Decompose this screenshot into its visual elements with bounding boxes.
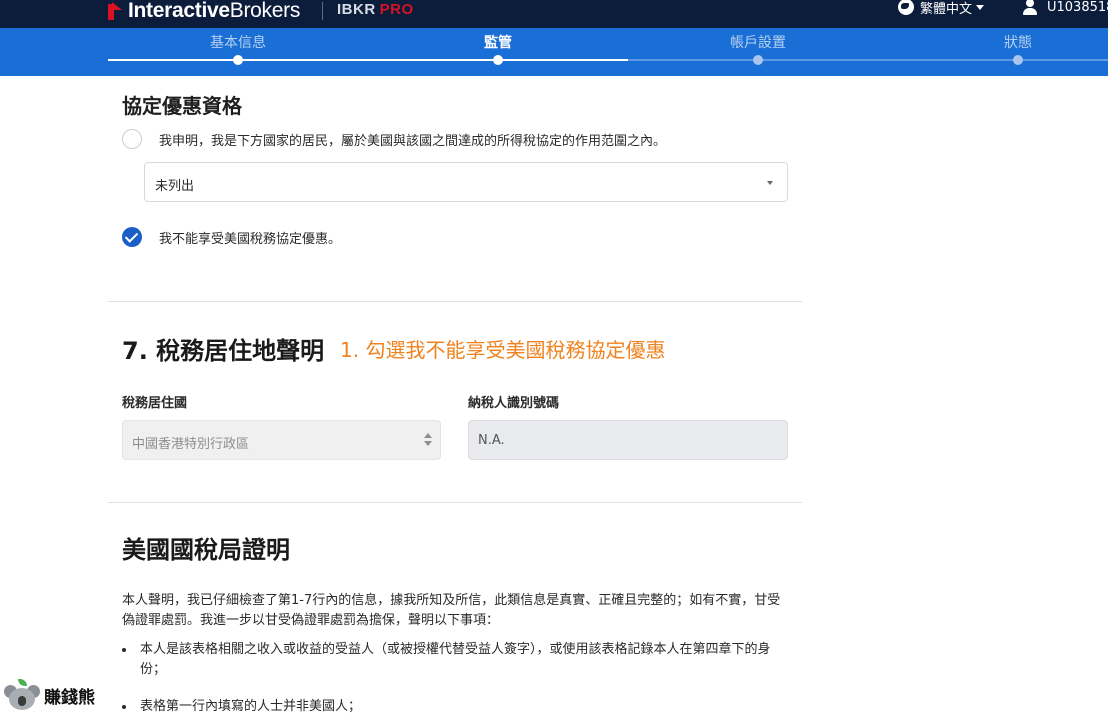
tin-value: N.A. <box>478 433 505 448</box>
section-divider-2 <box>108 502 802 503</box>
watermark: 賺錢熊 <box>0 670 114 720</box>
tin-label: 納稅人識別號碼 <box>468 396 560 411</box>
treaty-section-title: 協定優惠資格 <box>122 94 242 118</box>
step-basic-info[interactable]: 基本信息 <box>148 32 328 52</box>
treaty-country-value: 未列出 <box>155 179 195 194</box>
treaty-resident-radio[interactable] <box>122 129 142 149</box>
step-account-setup[interactable]: 帳戶設置 <box>668 32 848 52</box>
step-dot-regulatory <box>493 55 503 65</box>
product-name: IBKR PRO <box>337 0 414 18</box>
section-divider <box>108 301 802 302</box>
watermark-text: 賺錢熊 <box>44 687 95 708</box>
koala-logo-icon <box>4 679 40 711</box>
user-icon <box>1022 0 1038 15</box>
product-accent: PRO <box>379 0 414 18</box>
progress-fill <box>108 59 628 61</box>
residency-section-title: 7. 稅務居住地聲明 <box>122 337 325 365</box>
tax-country-select[interactable]: 中國香港特別行政區 <box>122 420 441 460</box>
treaty-resident-label[interactable]: 我申明，我是下方國家的居民，屬於美國與該國之間達成的所得稅協定的作用范圍之內。 <box>159 130 666 149</box>
tin-field[interactable]: N.A. <box>468 420 788 460</box>
ib-logo-icon <box>108 2 122 20</box>
step-status[interactable]: 狀態 <box>928 32 1108 52</box>
account-id: U1038518 <box>1047 0 1108 15</box>
brand-name-bold: Interactive <box>128 0 230 22</box>
globe-icon <box>898 0 914 15</box>
tax-country-label: 稅務居住國 <box>122 396 188 411</box>
step-dot-basic-info <box>233 55 243 65</box>
step-regulatory[interactable]: 監管 <box>408 32 588 52</box>
step-dot-status <box>1013 55 1023 65</box>
user-menu[interactable]: U1038518 <box>1022 0 1108 16</box>
dropdown-arrow-icon <box>767 181 773 185</box>
tutorial-annotation: 1. 勾選我不能享受美國稅務協定優惠 <box>340 338 666 362</box>
no-treaty-label[interactable]: 我不能享受美國稅務協定優惠。 <box>159 228 341 247</box>
language-label: 繁體中文 <box>920 1 973 17</box>
product-main: IBKR <box>337 0 376 18</box>
select-arrows-icon <box>424 433 432 449</box>
header-divider <box>322 2 323 20</box>
irs-declaration-text: 本人聲明，我已仔細檢查了第1-7行內的信息，據我所知及所信，此類信息是真實、正確… <box>122 593 781 628</box>
language-selector[interactable]: 繁體中文 <box>898 0 985 17</box>
step-dot-account-setup <box>753 55 763 65</box>
caret-down-icon <box>976 4 985 10</box>
treaty-country-select[interactable]: 未列出 <box>144 162 788 202</box>
brand-name-light: Brokers <box>229 0 301 22</box>
irs-section-title: 美國國稅局證明 <box>122 536 290 564</box>
main-content: 協定優惠資格 我申明，我是下方國家的居民，屬於美國與該國之間達成的所得稅協定的作… <box>0 76 1108 720</box>
top-header: InteractiveBrokers IBKR PRO 繁體中文 U1038518 <box>0 0 1108 28</box>
ib-logo[interactable]: InteractiveBrokers <box>108 0 300 24</box>
step-progress-bar: 基本信息 監管 帳戶設置 狀態 <box>0 28 1108 76</box>
irs-bullet-not-us-person: 表格第一行內填寫的人士并非美國人； <box>122 697 792 717</box>
irs-bullet-beneficial-owner: 本人是該表格相關之收入或收益的受益人（或被授權代替受益人簽字），或使用該表格記錄… <box>122 640 792 680</box>
tax-country-value: 中國香港特別行政區 <box>132 437 250 452</box>
no-treaty-checkbox[interactable] <box>122 227 142 247</box>
